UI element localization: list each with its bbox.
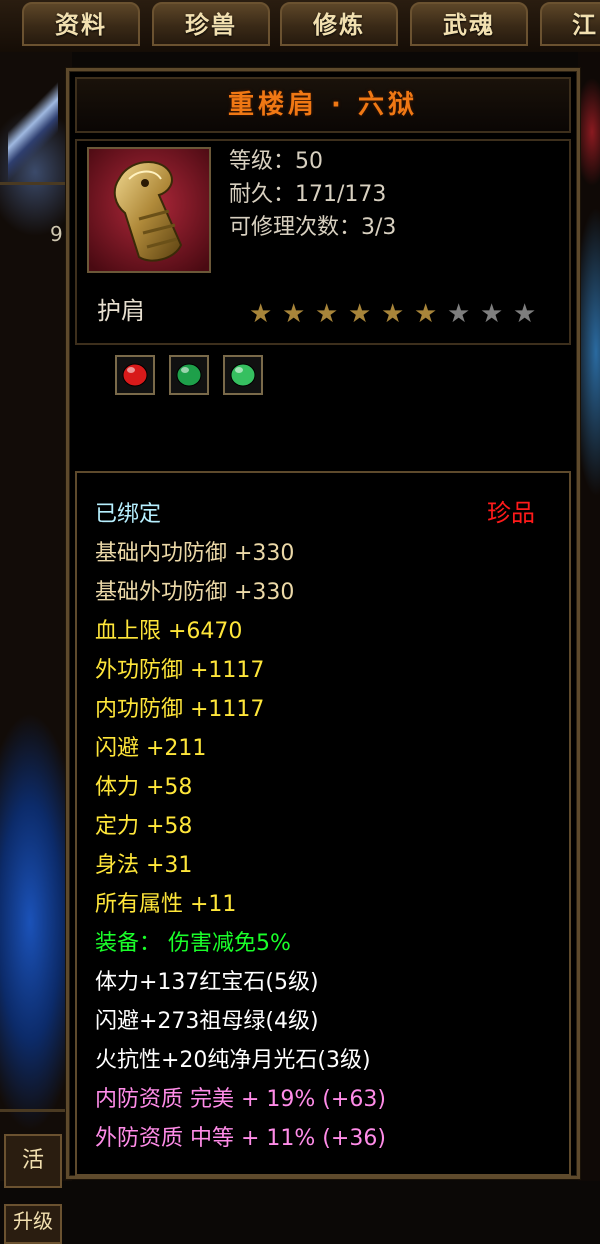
star-icon: ★ bbox=[447, 299, 471, 329]
shoulder-armor-art bbox=[89, 149, 209, 271]
attribute-line: 火抗性+20纯净月光石(3级) bbox=[95, 1048, 371, 1073]
character-panel-left-edge: 9 活 升级 bbox=[0, 52, 72, 1244]
tab-profile[interactable]: 资料 bbox=[22, 2, 140, 46]
shoulder-armor-icon bbox=[87, 147, 211, 273]
star-icon: ★ bbox=[480, 299, 504, 329]
attribute-line: 内防资质 完美 + 19% (+63) bbox=[95, 1087, 386, 1112]
star-icon: ★ bbox=[414, 299, 438, 329]
level-label: 等级： bbox=[229, 149, 296, 174]
item-type: 护肩 bbox=[97, 297, 145, 325]
character-panel-right-edge bbox=[578, 52, 600, 1181]
durability-label: 耐久： bbox=[229, 182, 296, 207]
star-icon: ★ bbox=[282, 299, 306, 329]
attribute-line: 内功防御 +1117 bbox=[95, 697, 265, 722]
attribute-line: 血上限 +6470 bbox=[95, 619, 243, 644]
attribute-line: 定力 +58 bbox=[95, 814, 193, 839]
item-tooltip: 重楼肩 · 六狱 等级：50 耐久：171/173 可修理次数：3/3 护肩 ★… bbox=[66, 68, 580, 1179]
live-button[interactable]: 活 bbox=[4, 1134, 62, 1188]
panel-number: 9 bbox=[50, 222, 63, 246]
moonstone-gem-icon[interactable] bbox=[223, 355, 263, 395]
durability-value: 171/173 bbox=[295, 182, 387, 207]
level-value: 50 bbox=[295, 149, 324, 174]
emerald-gem-icon[interactable] bbox=[169, 355, 209, 395]
attribute-list: 已绑定基础内功防御 +330 基础外功防御 +330 血上限 +6470 外功防御 +… bbox=[75, 471, 571, 1176]
tab-cultivation[interactable]: 修炼 bbox=[280, 2, 398, 46]
repair-count-value: 3/3 bbox=[361, 215, 397, 240]
tab-pets[interactable]: 珍兽 bbox=[152, 2, 270, 46]
top-tab-bar: 资料 珍兽 修炼 武魂 江 bbox=[0, 0, 600, 52]
panel-frame bbox=[0, 182, 70, 1112]
attribute-line: 体力 +58 bbox=[95, 775, 193, 800]
attribute-line: 所有属性 +11 bbox=[95, 892, 237, 917]
attribute-line: 基础外功防御 +330 bbox=[95, 580, 295, 605]
upgrade-button[interactable]: 升级 bbox=[4, 1204, 62, 1244]
attribute-line: 基础内功防御 +330 bbox=[95, 541, 295, 566]
weapon-art bbox=[8, 72, 58, 192]
repair-count-label: 可修理次数： bbox=[229, 215, 362, 240]
attribute-line: 闪避 +211 bbox=[95, 736, 207, 761]
item-name: 重楼肩 · 六狱 bbox=[228, 90, 418, 120]
star-icon: ★ bbox=[249, 299, 273, 329]
item-header: 等级：50 耐久：171/173 可修理次数：3/3 护肩 ★ ★ ★ ★ ★ ★ ★ ★ ★ … bbox=[75, 139, 571, 527]
attribute-line: 体力+137红宝石(5级) bbox=[95, 970, 319, 995]
tab-martial-soul[interactable]: 武魂 bbox=[410, 2, 528, 46]
attribute-line: 外功防御 +1117 bbox=[95, 658, 265, 683]
repair-count-row: 可修理次数：3/3 bbox=[229, 211, 396, 244]
star-icon: ★ bbox=[348, 299, 372, 329]
tab-jianghu[interactable]: 江 bbox=[540, 2, 600, 46]
attribute-line: 外防资质 中等 + 11% (+36) bbox=[95, 1126, 386, 1151]
attribute-line: 装备： 伤害减免5% bbox=[95, 931, 291, 956]
star-icon: ★ bbox=[381, 299, 405, 329]
level-row: 等级：50 bbox=[229, 145, 396, 178]
ruby-gem-icon[interactable] bbox=[115, 355, 155, 395]
star-icon: ★ bbox=[315, 299, 339, 329]
star-icon: ★ bbox=[513, 299, 537, 329]
attribute-line: 已绑定 bbox=[95, 502, 162, 527]
attribute-line: 身法 +31 bbox=[95, 853, 193, 878]
attribute-line: 闪避+273祖母绿(4级) bbox=[95, 1009, 319, 1034]
item-stats: 等级：50 耐久：171/173 可修理次数：3/3 bbox=[229, 145, 396, 244]
durability-row: 耐久：171/173 bbox=[229, 178, 396, 211]
tooltip-title-bar: 重楼肩 · 六狱 bbox=[75, 77, 571, 133]
